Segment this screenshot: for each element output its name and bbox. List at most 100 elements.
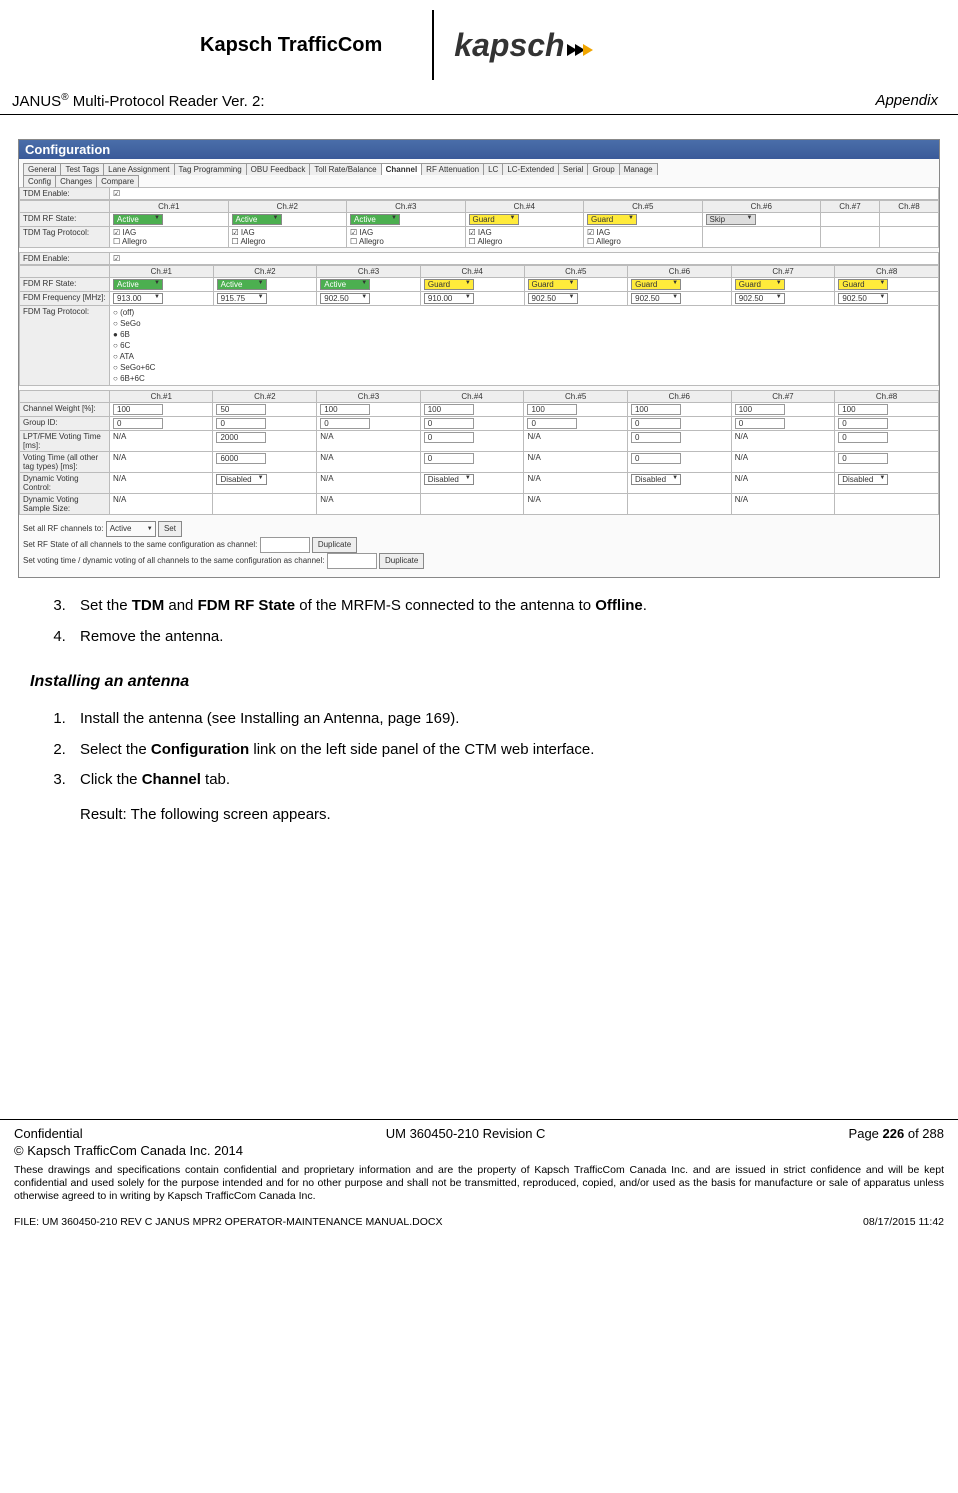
value-input[interactable]: 100 (735, 404, 785, 415)
radio-option[interactable]: 6B+6C (113, 373, 935, 384)
allegro-checkbox[interactable]: Allegro (350, 237, 384, 246)
fdm-rf-state-select[interactable]: Guard (735, 279, 785, 290)
tab-compare[interactable]: Compare (96, 175, 139, 187)
iag-checkbox[interactable]: IAG (350, 228, 373, 237)
value-input[interactable]: 50 (216, 404, 266, 415)
duplicate-button-1[interactable]: Duplicate (312, 537, 357, 553)
radio-option[interactable]: SeGo (113, 318, 935, 329)
value-input[interactable]: 0 (838, 418, 888, 429)
tdm-rf-state-label: TDM RF State: (20, 213, 110, 227)
value-input[interactable]: 0 (838, 453, 888, 464)
value-input[interactable]: 6000 (216, 453, 266, 464)
allegro-checkbox[interactable]: Allegro (587, 237, 621, 246)
tab-channel[interactable]: Channel (381, 163, 423, 175)
value-input[interactable]: 0 (631, 418, 681, 429)
value-input[interactable]: 0 (527, 418, 577, 429)
fdm-rf-state-select[interactable]: Guard (528, 279, 578, 290)
fdm-freq-select[interactable]: 902.50 (320, 293, 370, 304)
radio-option[interactable]: 6B (113, 329, 935, 340)
value-input[interactable]: 0 (320, 418, 370, 429)
value-input[interactable]: 0 (216, 418, 266, 429)
value-input[interactable]: 100 (527, 404, 577, 415)
value-input[interactable]: 100 (424, 404, 474, 415)
iag-checkbox[interactable]: IAG (469, 228, 492, 237)
allegro-checkbox[interactable]: Allegro (232, 237, 266, 246)
fdm-rf-state-select[interactable]: Guard (424, 279, 474, 290)
fdm-enable-checkbox[interactable] (113, 254, 120, 263)
tab-tag-programming[interactable]: Tag Programming (174, 163, 247, 175)
fdm-freq-select[interactable]: 902.50 (528, 293, 578, 304)
tab-config[interactable]: Config (23, 175, 56, 187)
fdm-tag-protocol-radios[interactable]: (off)SeGo6B6CATASeGo+6C6B+6C (113, 307, 935, 384)
fdm-freq-select[interactable]: 913.00 (113, 293, 163, 304)
value-input[interactable]: 0 (424, 432, 474, 443)
value-input[interactable]: 0 (631, 453, 681, 464)
set-rf-same-input[interactable] (260, 537, 310, 553)
fdm-rf-state-select[interactable]: Guard (631, 279, 681, 290)
fdm-freq-select[interactable]: 902.50 (631, 293, 681, 304)
value-input[interactable]: 100 (113, 404, 163, 415)
tab-group[interactable]: Group (587, 163, 619, 175)
fdm-rf-state-select[interactable]: Guard (838, 279, 888, 290)
install-step-3-result: Result: The following screen appears. (80, 801, 928, 830)
tdm-rf-state-select[interactable]: Active (232, 214, 282, 225)
tab-serial[interactable]: Serial (558, 163, 588, 175)
value-input[interactable]: 100 (838, 404, 888, 415)
dynamic-voting-select[interactable]: Disabled (424, 474, 474, 485)
value-input[interactable]: 100 (631, 404, 681, 415)
tab-manage[interactable]: Manage (619, 163, 658, 175)
tab-lane-assignment[interactable]: Lane Assignment (103, 163, 174, 175)
set-all-rf-select[interactable]: Active (106, 521, 156, 537)
fdm-rf-state-select[interactable]: Active (320, 279, 370, 290)
value-input[interactable]: 0 (838, 432, 888, 443)
tdm-rf-state-select[interactable]: Guard (469, 214, 519, 225)
fdm-freq-select[interactable]: 902.50 (838, 293, 888, 304)
tdm-rf-state-select[interactable]: Skip (706, 214, 756, 225)
value-input[interactable]: 0 (735, 418, 785, 429)
value-input[interactable]: 2000 (216, 432, 266, 443)
fdm-rf-state-select[interactable]: Active (217, 279, 267, 290)
file-date: 08/17/2015 11:42 (863, 1216, 944, 1228)
row-label: Dynamic Voting Sample Size: (20, 494, 110, 515)
radio-option[interactable]: ATA (113, 351, 935, 362)
fdm-freq-select[interactable]: 915.75 (217, 293, 267, 304)
tab-test-tags[interactable]: Test Tags (60, 163, 104, 175)
radio-option[interactable]: SeGo+6C (113, 362, 935, 373)
col-header: Ch.#8 (879, 201, 938, 213)
iag-checkbox[interactable]: IAG (587, 228, 610, 237)
duplicate-button-2[interactable]: Duplicate (379, 553, 424, 569)
tab-toll-rate-balance[interactable]: Toll Rate/Balance (309, 163, 381, 175)
tab-rf-attenuation[interactable]: RF Attenuation (421, 163, 484, 175)
iag-checkbox[interactable]: IAG (113, 228, 136, 237)
fdm-freq-select[interactable]: 902.50 (735, 293, 785, 304)
registered-mark: ® (61, 92, 68, 103)
allegro-checkbox[interactable]: Allegro (113, 237, 147, 246)
radio-option[interactable]: 6C (113, 340, 935, 351)
dynamic-voting-select[interactable]: Disabled (838, 474, 888, 485)
tdm-rf-state-select[interactable]: Guard (587, 214, 637, 225)
set-voting-same-input[interactable] (327, 553, 377, 569)
dynamic-voting-select[interactable]: Disabled (631, 474, 681, 485)
value-input[interactable]: 0 (631, 432, 681, 443)
value-input[interactable]: 0 (424, 418, 474, 429)
iag-checkbox[interactable]: IAG (232, 228, 255, 237)
cell-readonly: N/A (110, 494, 213, 515)
set-button[interactable]: Set (158, 521, 182, 537)
dynamic-voting-select[interactable]: Disabled (216, 474, 266, 485)
radio-option[interactable]: (off) (113, 307, 935, 318)
tab-lc[interactable]: LC (483, 163, 503, 175)
value-input[interactable]: 0 (424, 453, 474, 464)
cell-readonly: N/A (317, 494, 420, 515)
tab-general[interactable]: General (23, 163, 61, 175)
tdm-rf-state-select[interactable]: Active (113, 214, 163, 225)
allegro-checkbox[interactable]: Allegro (469, 237, 503, 246)
fdm-rf-state-select[interactable]: Active (113, 279, 163, 290)
tdm-rf-state-select[interactable]: Active (350, 214, 400, 225)
value-input[interactable]: 100 (320, 404, 370, 415)
tab-obu-feedback[interactable]: OBU Feedback (246, 163, 311, 175)
fdm-freq-select[interactable]: 910.00 (424, 293, 474, 304)
tdm-enable-checkbox[interactable] (113, 189, 120, 198)
tab-lc-extended[interactable]: LC-Extended (502, 163, 559, 175)
tab-changes[interactable]: Changes (55, 175, 97, 187)
value-input[interactable]: 0 (113, 418, 163, 429)
